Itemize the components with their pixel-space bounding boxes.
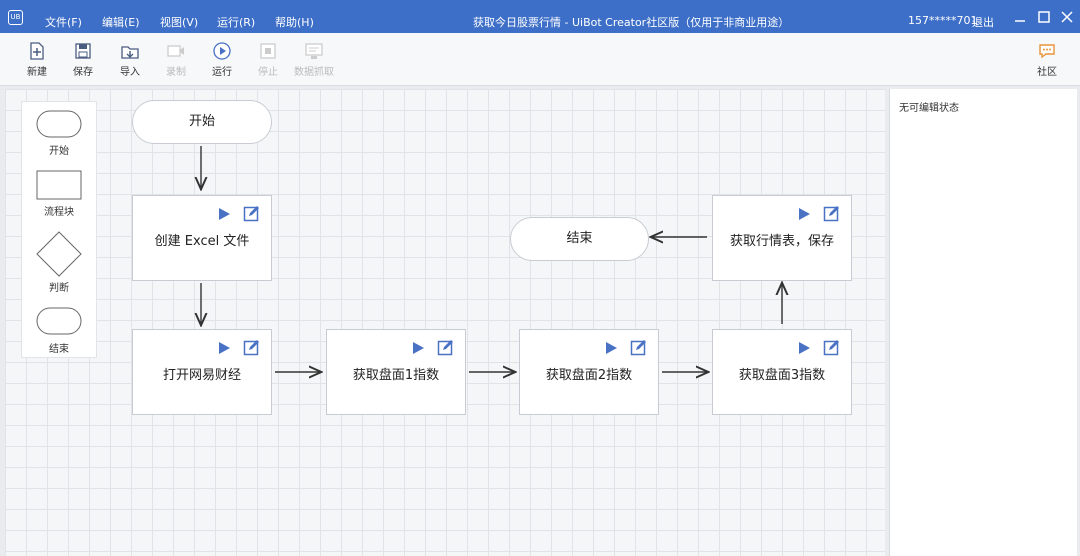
run-block-icon[interactable]	[217, 207, 231, 221]
flow-block-create-excel[interactable]: 创建 Excel 文件	[132, 195, 272, 281]
flow-block-open-netease[interactable]: 打开网易财经	[132, 329, 272, 415]
edit-block-icon[interactable]	[243, 339, 260, 356]
block-label: 获取行情表，保存	[729, 234, 834, 249]
run-block-icon[interactable]	[411, 341, 425, 355]
edit-block-icon[interactable]	[630, 339, 647, 356]
property-panel: 无可编辑状态	[889, 89, 1077, 556]
flow-block-index-3[interactable]: 获取盘面3指数	[712, 329, 852, 415]
flow-block-index-2[interactable]: 获取盘面2指数	[519, 329, 659, 415]
block-label: 获取盘面2指数	[545, 368, 633, 383]
run-block-icon[interactable]	[604, 341, 618, 355]
edit-block-icon[interactable]	[437, 339, 454, 356]
flow-block-get-quotes-save[interactable]: 获取行情表，保存	[712, 195, 852, 281]
run-block-icon[interactable]	[797, 341, 811, 355]
block-label: 获取盘面3指数	[738, 368, 826, 383]
flow-start-node[interactable]: 开始	[132, 100, 272, 144]
edit-block-icon[interactable]	[243, 205, 260, 222]
flow-block-index-1[interactable]: 获取盘面1指数	[326, 329, 466, 415]
edit-block-icon[interactable]	[823, 205, 840, 222]
edit-block-icon[interactable]	[823, 339, 840, 356]
run-block-icon[interactable]	[797, 207, 811, 221]
panel-status-text: 无可编辑状态	[899, 103, 959, 114]
run-block-icon[interactable]	[217, 341, 231, 355]
block-label: 创建 Excel 文件	[154, 234, 250, 249]
block-label: 获取盘面1指数	[352, 368, 440, 383]
block-label: 打开网易财经	[162, 368, 241, 383]
flow-end-node[interactable]: 结束	[510, 217, 649, 261]
